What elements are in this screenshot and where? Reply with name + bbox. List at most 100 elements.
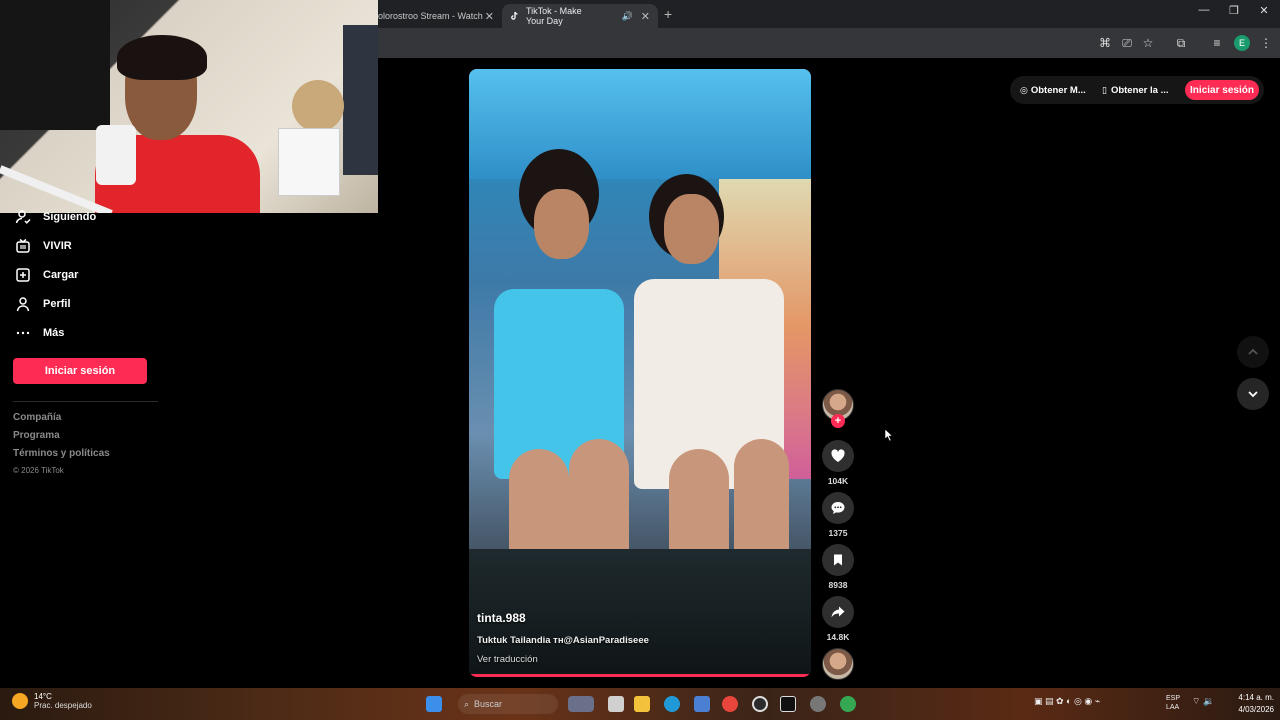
extensions-icon[interactable]: ⧉	[1173, 35, 1189, 51]
share-count: 14.8K	[826, 632, 850, 642]
search-placeholder: Buscar	[474, 699, 503, 709]
divider	[13, 401, 158, 402]
copyright-text: © 2026 TikTok	[13, 466, 64, 475]
video-progress-fill	[469, 674, 811, 677]
footer-link-program[interactable]: Programa	[13, 430, 60, 441]
microphone-image	[96, 125, 136, 185]
store-icon[interactable]	[694, 696, 710, 712]
task-view-icon[interactable]	[608, 696, 624, 712]
restore-button[interactable]: ❐	[1224, 4, 1244, 17]
get-app-label: Obtener M...	[1030, 84, 1086, 96]
sidebar-item-label: Siguiendo	[43, 211, 97, 223]
get-app-button[interactable]: ◎ Obtener M...	[1020, 81, 1086, 99]
cast-icon[interactable]: ⎚	[1119, 35, 1135, 51]
tab-title: TikTok - Make Your Day	[526, 6, 582, 26]
tab-tiktok[interactable]: TikTok - Make Your Day 🔊 ✕	[502, 4, 658, 28]
like-button[interactable]	[822, 440, 854, 472]
search-icon: ⌕	[464, 698, 470, 709]
music-disc-avatar[interactable]	[822, 648, 854, 680]
get-desktop-label: Obtener la ...	[1110, 84, 1169, 96]
sidebar-item-label: VIVIR	[43, 240, 72, 252]
chevron-up-icon	[1248, 348, 1258, 355]
phone-icon: ▯	[1102, 84, 1107, 95]
sidebar-login-button[interactable]: Iniciar sesión	[13, 358, 147, 384]
top-login-button[interactable]: Iniciar sesión	[1185, 80, 1259, 100]
clock-time: 4:14 a. m.	[1238, 693, 1274, 702]
sidebar-item-live[interactable]: VIVIR	[14, 236, 72, 256]
system-clock[interactable]: 4:14 a. m. 4/03/2026	[1228, 692, 1274, 716]
settings-icon[interactable]	[810, 696, 826, 712]
follow-plus-icon[interactable]: +	[831, 414, 845, 428]
obs-icon[interactable]	[752, 696, 768, 712]
tab-title: olorostroo Stream - Watch	[378, 11, 483, 21]
footer-link-company[interactable]: Compañía	[13, 412, 61, 423]
comment-icon	[831, 502, 845, 514]
app-icon: ◎	[1020, 84, 1028, 95]
cabinet-image	[278, 128, 340, 196]
media-control-icon[interactable]: ≡	[1209, 35, 1225, 51]
save-button[interactable]	[822, 544, 854, 576]
file-explorer-icon[interactable]	[634, 696, 650, 712]
video-progress-bar[interactable]	[469, 674, 811, 677]
share-button[interactable]	[822, 596, 854, 628]
keyboard-layout: LAA	[1166, 704, 1180, 711]
webcam-door	[343, 25, 378, 175]
save-count: 8938	[828, 580, 848, 590]
new-tab-button[interactable]: +	[664, 6, 672, 22]
capcut-icon[interactable]	[780, 696, 796, 712]
tab-stream[interactable]: olorostroo Stream - Watch ✕	[370, 4, 502, 28]
temperature: 14°C	[34, 692, 52, 701]
windows-taskbar: 14°C Prac. despejado ⌕ Buscar ▣ ▤ ✿ ◐ ◎ …	[0, 688, 1280, 720]
sidebar-item-following[interactable]: Siguiendo	[14, 207, 96, 227]
edge-icon[interactable]	[664, 696, 680, 712]
get-desktop-button[interactable]: ▯ Obtener la ...	[1102, 81, 1169, 99]
weather-widget[interactable]: 14°C Prac. despejado	[12, 692, 92, 710]
see-translation-link[interactable]: Ver traducción	[477, 654, 538, 665]
comment-button[interactable]	[822, 492, 854, 524]
network-volume-icons[interactable]: ⌔ 🔉	[1192, 696, 1214, 707]
previous-video-button[interactable]	[1237, 336, 1269, 368]
weather-status: Prac. despejado	[34, 701, 92, 710]
language-code: ESP	[1166, 695, 1181, 702]
menu-kebab-icon[interactable]: ⋮	[1258, 35, 1274, 51]
taskbar-search[interactable]: ⌕ Buscar	[458, 694, 558, 714]
sidebar-item-label: Más	[43, 327, 65, 339]
chevron-down-icon	[1248, 391, 1258, 398]
weather-sun-icon	[12, 693, 28, 709]
next-video-button[interactable]	[1237, 378, 1269, 410]
video-username[interactable]: tinta.988	[477, 611, 526, 625]
video-figure-right	[629, 169, 799, 579]
chrome-icon[interactable]	[722, 696, 738, 712]
heart-icon	[831, 449, 845, 462]
minimize-button[interactable]: —	[1194, 4, 1214, 16]
widgets-icon[interactable]	[568, 696, 594, 712]
profile-icon	[14, 295, 32, 313]
like-count: 104K	[827, 476, 849, 486]
bookmark-star-icon[interactable]: ☆	[1140, 35, 1156, 51]
translate-icon[interactable]: ⌘	[1097, 35, 1113, 51]
sidebar-item-upload[interactable]: Cargar	[14, 265, 78, 285]
teddy-bear-image	[292, 80, 344, 132]
live-icon	[14, 237, 32, 255]
bookmark-icon	[834, 554, 842, 566]
video-caption: Tuktuk Tailandia ᴛʜ@AsianParadiseee	[477, 635, 649, 646]
tray-icons[interactable]: ▣ ▤ ✿ ◐ ◎ ◉ ⌁	[1034, 696, 1100, 707]
profile-avatar[interactable]: E	[1234, 35, 1250, 51]
top-action-bar: ◎ Obtener M... ▯ Obtener la ... Iniciar …	[1010, 76, 1264, 104]
windows-start-icon[interactable]	[426, 696, 442, 712]
clock-date: 4/03/2026	[1238, 705, 1274, 714]
sidebar-item-label: Cargar	[43, 269, 79, 281]
video-player[interactable]: tinta.988 Tuktuk Tailandia ᴛʜ@AsianParad…	[469, 69, 811, 677]
footer-link-terms[interactable]: Términos y políticas	[13, 448, 110, 459]
speaker-icon[interactable]: 🔊	[622, 11, 633, 22]
close-icon[interactable]: ✕	[641, 10, 650, 23]
close-window-button[interactable]: ✕	[1254, 4, 1274, 17]
webcam-overlay	[0, 0, 378, 213]
language-indicator[interactable]: ESP LAA	[1166, 694, 1180, 712]
sidebar-item-more[interactable]: Más	[14, 323, 64, 343]
chrome-profile-icon[interactable]	[840, 696, 856, 712]
sidebar-item-profile[interactable]: Perfil	[14, 294, 71, 314]
sidebar-item-label: Perfil	[43, 298, 71, 310]
more-icon	[14, 324, 32, 342]
close-icon[interactable]: ✕	[485, 10, 494, 23]
